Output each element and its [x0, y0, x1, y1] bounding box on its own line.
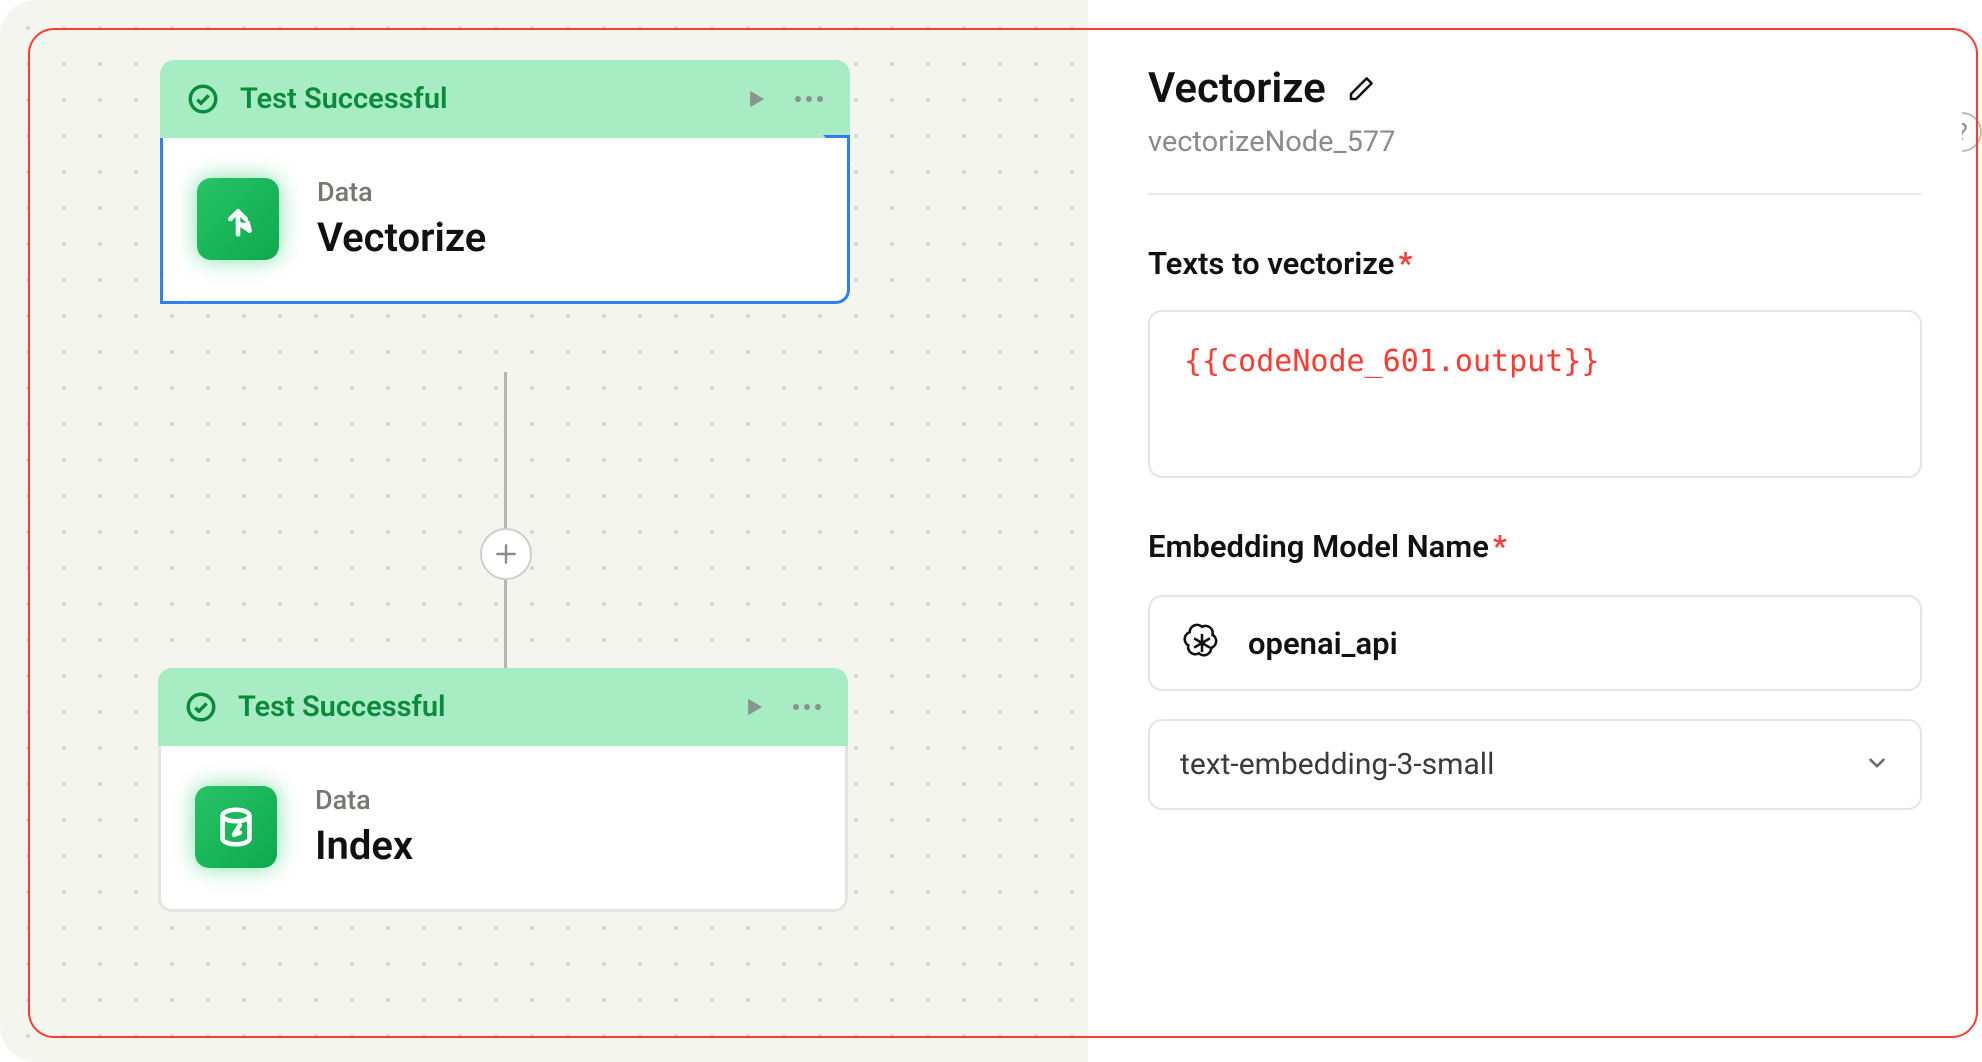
node-labels: Data Index [315, 784, 413, 869]
run-node-button[interactable] [742, 85, 770, 113]
node-title: Vectorize [317, 214, 486, 261]
field-label-text: Texts to vectorize [1148, 245, 1394, 282]
pencil-icon [1346, 74, 1376, 104]
panel-title: Vectorize [1148, 64, 1326, 113]
node-more-button[interactable] [794, 94, 824, 104]
node-vectorize[interactable]: Test Successful Data [160, 60, 850, 304]
embedding-provider-select[interactable]: openai_api [1148, 595, 1922, 691]
openai-icon [1180, 621, 1224, 665]
vectorize-icon [197, 178, 279, 260]
more-horizontal-icon [794, 94, 824, 104]
required-asterisk: * [1493, 528, 1507, 565]
node-title: Index [315, 822, 413, 869]
node-more-button[interactable] [792, 702, 822, 712]
details-panel: ? Vectorize vectorizeNode_577 Texts to v… [1088, 0, 1982, 1062]
check-circle-icon [184, 690, 218, 724]
required-asterisk: * [1398, 245, 1412, 282]
run-node-button[interactable] [740, 693, 768, 721]
app-viewport: Test Successful Data [0, 0, 1982, 1062]
add-node-button[interactable] [480, 528, 532, 580]
help-button[interactable]: ? [1942, 112, 1982, 152]
more-horizontal-icon [792, 702, 822, 712]
texts-input-value: {{codeNode_601.output}} [1184, 344, 1599, 379]
node-header: Test Successful [160, 60, 850, 138]
node-labels: Data Vectorize [317, 176, 486, 261]
model-select-value: text-embedding-3-small [1180, 747, 1494, 782]
play-icon [742, 85, 770, 113]
field-label-model: Embedding Model Name* [1148, 528, 1922, 565]
node-status-text: Test Successful [240, 82, 722, 116]
field-label-text: Embedding Model Name [1148, 528, 1489, 565]
check-circle-icon [186, 82, 220, 116]
play-icon [740, 693, 768, 721]
provider-value: openai_api [1248, 625, 1398, 662]
node-category: Data [315, 784, 413, 816]
plus-icon [493, 541, 519, 567]
divider [1148, 193, 1922, 195]
node-category: Data [317, 176, 486, 208]
field-label-texts: Texts to vectorize* [1148, 245, 1922, 282]
node-header: Test Successful [158, 668, 848, 746]
chevron-down-icon [1864, 750, 1890, 780]
panel-subtitle: vectorizeNode_577 [1148, 125, 1922, 159]
edge-connector [504, 372, 507, 672]
node-status-text: Test Successful [238, 690, 720, 724]
node-body: Data Vectorize [160, 138, 850, 304]
flow-canvas[interactable]: Test Successful Data [0, 0, 1088, 1062]
node-body: Data Index [158, 746, 848, 912]
embedding-model-select[interactable]: text-embedding-3-small [1148, 719, 1922, 810]
index-icon [195, 786, 277, 868]
node-index[interactable]: Test Successful Data [158, 668, 848, 912]
texts-to-vectorize-input[interactable]: {{codeNode_601.output}} [1148, 310, 1922, 478]
edit-title-button[interactable] [1346, 74, 1376, 104]
